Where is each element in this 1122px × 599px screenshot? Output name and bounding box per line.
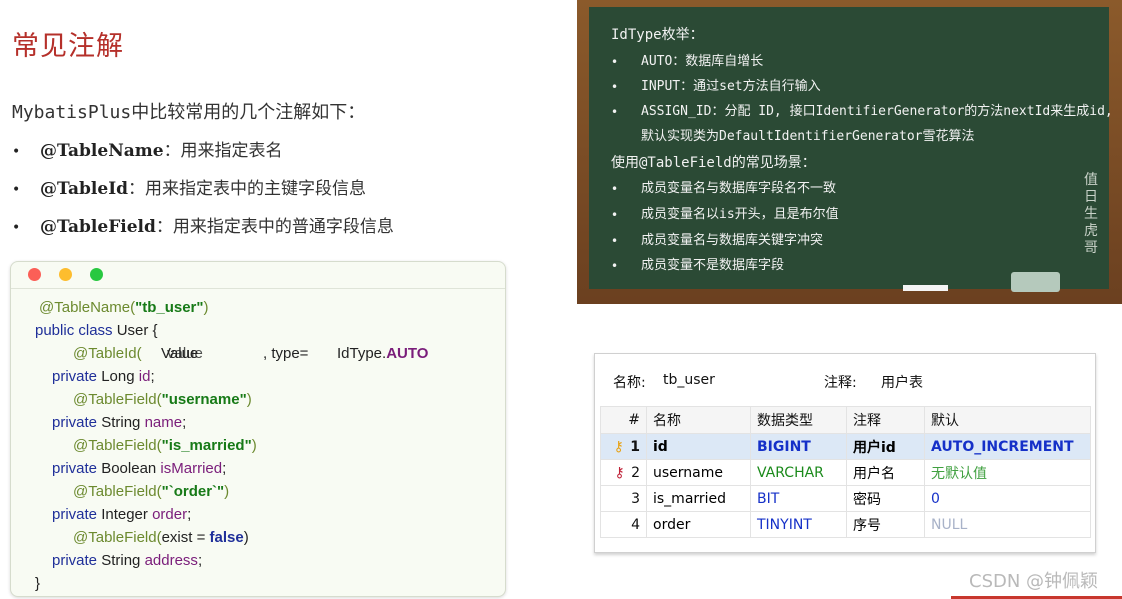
- window-titlebar: [11, 262, 505, 289]
- name-cell: is_married: [646, 485, 751, 512]
- code-line: @TableName("tb_user"): [39, 299, 209, 316]
- col-header: 注释: [846, 406, 925, 434]
- table-header-row: # 名称 数据类型 注释 默认: [600, 406, 1091, 434]
- list-item: • @TableField：用来指定表中的普通字段信息: [12, 212, 394, 250]
- name-cell: username: [646, 459, 751, 486]
- type-cell: BIGINT: [750, 433, 847, 460]
- bullet-icon: •: [611, 80, 619, 94]
- comment-cell: 用户名: [846, 459, 925, 486]
- board-item: 默认实现类为DefaultIdentifierGenerator雪花算法: [641, 129, 975, 144]
- code-line: @TableField("is_married"): [73, 437, 257, 454]
- default-cell: 无默认值: [924, 459, 1091, 486]
- blackboard: IdType枚举： • AUTO：数据库自增长 • INPUT：通过set方法自…: [589, 7, 1113, 289]
- type-cell: TINYINT: [750, 511, 847, 538]
- bullet-icon: •: [12, 220, 21, 236]
- default-cell: NULL: [924, 511, 1091, 538]
- board-item: INPUT：通过set方法自行输入: [641, 79, 821, 94]
- eraser-icon: [1011, 272, 1060, 292]
- board-heading: 使用@TableField的常见场景：: [611, 155, 816, 171]
- bullet-icon: •: [611, 259, 619, 273]
- col-header: 名称: [646, 406, 751, 434]
- code-line: IdType.AUTO: [337, 345, 429, 362]
- bullet-icon: •: [611, 234, 619, 248]
- bullet-icon: •: [611, 208, 619, 222]
- bullet-icon: •: [12, 144, 21, 160]
- code-line: private String address;: [52, 552, 203, 569]
- annotation-desc: ：用来指定表名: [163, 141, 283, 161]
- annotation-list: • @TableName：用来指定表名 • @TableId：用来指定表中的主键字段…: [12, 136, 394, 250]
- intro-text: MybatisPlus中比较常用的几个注解如下：: [12, 102, 366, 123]
- board-item: ASSIGN_ID：分配 ID, 接口IdentifierGenerator的方…: [641, 104, 1113, 119]
- code-line: @TableField(exist = false): [73, 529, 249, 546]
- row-num-cell: ⚷ 2: [600, 459, 647, 486]
- annotation-desc: ：用来指定表中的主键字段信息: [128, 179, 367, 199]
- board-item: 成员变量名以is开头，且是布尔值: [641, 207, 839, 222]
- bullet-icon: •: [611, 105, 619, 119]
- code-line: private String name;: [52, 414, 187, 431]
- board-item: 成员变量名与数据库关键字冲突: [641, 233, 824, 248]
- watermark: CSDN @钟佩颖: [969, 571, 1099, 592]
- code-window: @TableName("tb_user") public class User …: [10, 261, 506, 597]
- primary-key-icon: ⚷: [613, 438, 624, 455]
- table-structure-panel: 名称: tb_user 注释: 用户表 # 名称 数据类型 注释 默认 ⚷ 1 …: [594, 353, 1096, 553]
- board-heading: IdType枚举：: [611, 27, 704, 43]
- default-cell: AUTO_INCREMENT: [924, 433, 1091, 460]
- bullet-icon: •: [611, 182, 619, 196]
- row-num-cell: 4: [600, 511, 647, 538]
- default-cell: 0: [924, 485, 1091, 512]
- col-header: 默认: [924, 406, 1091, 434]
- code-line: @TableField("`order`"): [73, 483, 230, 500]
- unique-key-icon: ⚷: [614, 464, 625, 481]
- bullet-icon: •: [12, 182, 21, 198]
- type-cell: VARCHAR: [750, 459, 847, 486]
- table-name-value: tb_user: [663, 372, 715, 388]
- name-cell: id: [646, 433, 751, 460]
- page-title: 常见注解: [12, 31, 124, 62]
- comment-cell: 用户id: [846, 433, 925, 460]
- table-name-label: 名称:: [613, 375, 646, 391]
- comment-cell: 序号: [846, 511, 925, 538]
- col-header: 数据类型: [750, 406, 847, 434]
- board-signature: 值 日 生 虎 哥: [1084, 172, 1098, 256]
- columns-table: # 名称 数据类型 注释 默认 ⚷ 1 id BIGINT 用户id AUTO_…: [600, 406, 1091, 538]
- annotation-desc: ：用来指定表中的普通字段信息: [155, 217, 394, 237]
- table-row[interactable]: ⚷ 1 id BIGINT 用户id AUTO_INCREMENT: [600, 433, 1091, 460]
- minimize-dot-icon: [59, 268, 72, 281]
- table-row[interactable]: 3 is_married BIT 密码 0: [600, 485, 1091, 512]
- board-item: 成员变量不是数据库字段: [641, 258, 785, 273]
- code-overlap-text: value: [167, 345, 203, 362]
- table-row[interactable]: 4 order TINYINT 序号 NULL: [600, 511, 1091, 538]
- board-item: 成员变量名与数据库字段名不一致: [641, 181, 837, 196]
- type-cell: BIT: [750, 485, 847, 512]
- list-item: • @TableName：用来指定表名: [12, 136, 394, 174]
- bullet-icon: •: [611, 55, 619, 69]
- code-line: private Long id;: [52, 368, 155, 385]
- maximize-dot-icon: [90, 268, 103, 281]
- code-line: @TableId(: [73, 345, 142, 362]
- code-line: , type=: [263, 345, 309, 362]
- col-header: #: [600, 406, 647, 434]
- code-line: private Boolean isMarried;: [52, 460, 227, 477]
- code-line: @TableField("username"): [73, 391, 252, 408]
- table-comment-label: 注释:: [824, 375, 857, 391]
- table-comment-value: 用户表: [881, 375, 923, 391]
- list-item: • @TableId：用来指定表中的主键字段信息: [12, 174, 394, 212]
- annotation-name: @TableField: [40, 217, 156, 237]
- table-row[interactable]: ⚷ 2 username VARCHAR 用户名 无默认值: [600, 459, 1091, 486]
- annotation-name: @TableName: [40, 141, 164, 161]
- comment-cell: 密码: [846, 485, 925, 512]
- row-num-cell: ⚷ 1: [600, 433, 647, 460]
- board-item: AUTO：数据库自增长: [641, 54, 764, 69]
- code-line: private Integer order;: [52, 506, 192, 523]
- annotation-name: @TableId: [40, 179, 129, 199]
- code-line: }: [35, 575, 41, 592]
- name-cell: order: [646, 511, 751, 538]
- code-line: public class User {: [35, 322, 158, 339]
- close-dot-icon: [28, 268, 41, 281]
- row-num-cell: 3: [600, 485, 647, 512]
- chalk-icon: [903, 285, 948, 291]
